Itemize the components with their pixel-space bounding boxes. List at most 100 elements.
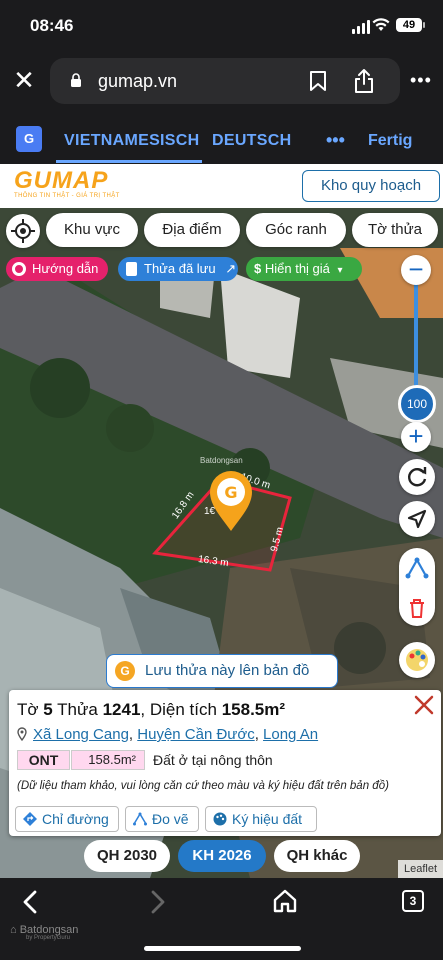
chip-corner[interactable]: Góc ranh [246, 213, 346, 247]
chip-sheet-plot[interactable]: Tờ thửa [352, 213, 438, 247]
browser-toolbar: ✕ gumap.vn ••• [0, 52, 443, 112]
plot-number: 1241 [102, 700, 141, 719]
plot-title: Tờ 5 Thửa 1241, Diện tích 158.5m² [17, 700, 285, 720]
zoom-slider-track[interactable] [414, 274, 418, 402]
back-arrow-icon[interactable] [20, 890, 40, 914]
plot-prefix: Thửa [57, 700, 98, 719]
share-icon[interactable] [353, 68, 375, 94]
navigation-arrow-icon [407, 509, 427, 529]
status-bar: 08:46 49 [0, 0, 443, 52]
plot-area: 158.5m² [221, 700, 286, 719]
palette-icon [213, 812, 227, 826]
lock-icon [71, 73, 81, 87]
logo-tagline: THÔNG TIN THẬT - GIÁ TRỊ THẬT [14, 193, 120, 199]
land-use-label: Đất ở tại nông thôn [153, 752, 273, 768]
bookmark-icon[interactable] [308, 70, 328, 92]
external-link-icon: ↗ [225, 261, 237, 276]
show-price-label: Hiển thị giá [264, 261, 330, 276]
chip-place[interactable]: Địa điểm [144, 213, 240, 247]
map-view[interactable]: 10.0 m 9.5 m 16.3 m 16.8 m 1€ Batdongsan… [0, 208, 443, 878]
sheet-number: 5 [43, 700, 53, 719]
guide-button[interactable]: Hướng dẫn [6, 257, 108, 281]
trash-icon[interactable] [408, 598, 426, 618]
gumap-icon: G [115, 661, 135, 681]
land-symbol-button[interactable]: Ký hiệu đất [205, 806, 317, 832]
home-icon[interactable] [272, 888, 298, 914]
record-icon [12, 262, 26, 276]
plot-info-card: Tờ 5 Thửa 1241, Diện tích 158.5m² Xã Lon… [9, 690, 441, 836]
address-bar[interactable]: gumap.vn [50, 58, 400, 104]
land-area-value: 158.5m² [71, 750, 145, 770]
plot-address: Xã Long Cang, Huyện Cần Đước, Long An [17, 726, 318, 743]
separator: , [128, 726, 134, 743]
forward-arrow-icon[interactable] [148, 890, 168, 914]
guide-label: Hướng dẫn [32, 261, 99, 276]
directions-icon [23, 812, 37, 826]
chip-area[interactable]: Khu vực [46, 213, 138, 247]
done-button[interactable]: Fertig [368, 132, 412, 150]
tab-german[interactable]: DEUTSCH [212, 132, 291, 150]
wifi-icon [372, 18, 390, 31]
site-header: GUMAP THÔNG TIN THẬT - GIÁ TRỊ THẬT Kho … [0, 164, 443, 208]
separator: , [254, 726, 259, 743]
tab-vietnamese[interactable]: VIETNAMESISCH [64, 132, 199, 150]
reference-note: (Dữ liệu tham khảo, vui lòng căn cứ theo… [17, 780, 389, 792]
chevron-down-icon: ▾ [337, 265, 343, 276]
more-options-icon[interactable]: ••• [410, 70, 432, 91]
crosshair-icon [11, 219, 35, 243]
directions-label: Chỉ đường [42, 811, 109, 827]
sheet-prefix: Tờ [17, 700, 39, 719]
batdongsan-watermark: Batdongsan [200, 456, 243, 465]
url-domain: gumap.vn [98, 71, 178, 91]
save-plot-label: Lưu thửa này lên bản đồ [145, 662, 310, 679]
batdongsan-watermark-bottom: ⌂ Batdongsan by PropertyGuru [10, 924, 78, 941]
tab-qh-other[interactable]: QH khác [274, 840, 360, 872]
navigate-button[interactable] [399, 501, 435, 537]
google-translate-icon: G [16, 126, 42, 152]
palette-icon [406, 649, 428, 671]
measure-tool-icon[interactable] [405, 556, 429, 580]
land-symbol-label: Ký hiệu đất [232, 811, 303, 827]
logo-text: GUMAP [14, 167, 109, 194]
commune-link[interactable]: Xã Long Cang [33, 726, 129, 743]
province-link[interactable]: Long An [263, 726, 318, 743]
directions-button[interactable]: Chỉ đường [15, 806, 119, 832]
leaflet-attribution[interactable]: Leaflet [398, 860, 443, 878]
zoom-in-button[interactable]: + [401, 422, 431, 452]
active-tab-indicator [56, 160, 202, 163]
saved-plots-button[interactable]: Thửa đã lưu ↗ [118, 257, 238, 281]
save-plot-to-map-button[interactable]: G Lưu thửa này lên bản đồ [106, 654, 338, 688]
close-icon[interactable]: ✕ [12, 67, 36, 93]
tab-qh-2030[interactable]: QH 2030 [84, 840, 170, 872]
tab-kh-2026[interactable]: KH 2026 [178, 840, 266, 872]
measure-button[interactable]: Đo vẽ [125, 806, 199, 832]
measure-label: Đo vẽ [152, 811, 189, 827]
translate-bar: G VIETNAMESISCH DEUTSCH ••• Fertig [0, 112, 443, 164]
district-link[interactable]: Huyện Cần Đước [137, 726, 254, 743]
brand-icon: ⌂ [10, 924, 20, 936]
plot-marker-icon[interactable]: G [208, 470, 254, 532]
browser-bottom-bar: 3 ⌂ Batdongsan by PropertyGuru [0, 878, 443, 960]
home-indicator [144, 946, 301, 951]
layers-button[interactable] [399, 642, 435, 678]
gumap-logo[interactable]: GUMAP THÔNG TIN THẬT - GIÁ TRỊ THẬT [14, 167, 120, 199]
land-code-badge: ONT [17, 750, 70, 770]
close-icon[interactable] [413, 694, 435, 716]
saved-plots-label: Thửa đã lưu [144, 261, 216, 276]
dollar-icon: $ [254, 261, 262, 276]
cellular-signal-icon [352, 20, 370, 34]
translate-more-button[interactable]: ••• [326, 130, 345, 151]
bookmark-icon [126, 262, 137, 276]
measure-icon [133, 812, 147, 826]
show-price-button[interactable]: $ Hiển thị giá ▾ [246, 257, 362, 281]
map-pin-icon [17, 727, 27, 741]
planning-repository-button[interactable]: Kho quy hoạch [302, 170, 440, 202]
locate-me-button[interactable] [6, 214, 40, 248]
tabs-count-button[interactable]: 3 [402, 890, 424, 912]
zoom-level-indicator[interactable]: 100 [398, 385, 436, 423]
battery-icon: 49 [396, 18, 425, 32]
zoom-out-button[interactable]: − [401, 255, 431, 285]
svg-text:G: G [224, 483, 237, 502]
refresh-button[interactable] [399, 459, 435, 495]
refresh-icon [408, 467, 427, 487]
